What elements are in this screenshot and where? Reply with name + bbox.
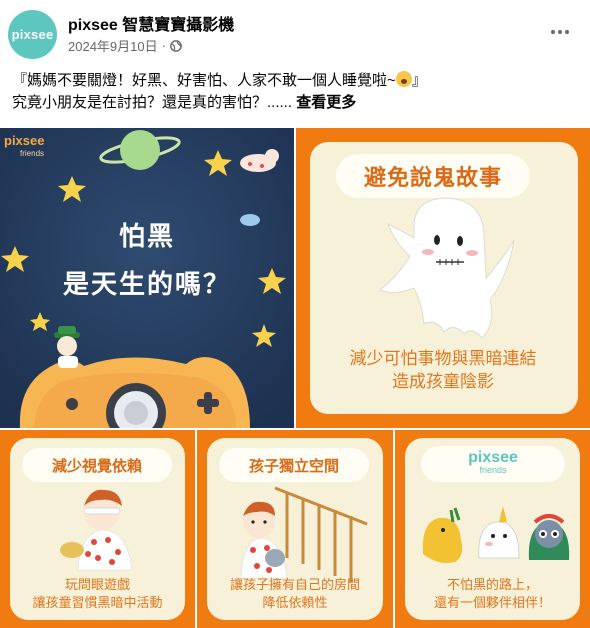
post-text-line-1-end: 』 — [411, 72, 427, 89]
post-date[interactable]: 2024年9月10日 — [68, 36, 158, 55]
page-avatar[interactable]: pixsee — [8, 10, 57, 59]
crying-face-emoji-icon — [395, 71, 412, 87]
image-title-line-2: 是天生的嗎？ — [62, 269, 231, 299]
page-name-link[interactable]: pixsee 智慧寶寶攝影機 — [68, 11, 234, 35]
more-options-button[interactable] — [546, 22, 574, 42]
more-options-icon — [551, 30, 555, 34]
photo-2-avoid-ghost-stories[interactable]: 避免說鬼故事 減少可怕事物與黑暗連結 造成孩童陰影 — [296, 128, 590, 428]
photo-gallery: pixsee friends 怕黑 是天生的嗎？ 避免說鬼故事 減少可怕事物與黑… — [0, 128, 590, 628]
caption-line-2: 降低依賴性 — [262, 594, 328, 610]
photo-4-independent-space[interactable]: 孩子獨立空間 讓孩子擁有自己的房間 降低依賴性 — [197, 430, 393, 628]
image-title-line-1: 怕黑 — [118, 221, 175, 251]
card-caption: 不怕黑的路上， 還有一個夥伴相伴！ — [395, 576, 590, 611]
pixsee-friends-logo: pixsee friends — [4, 134, 44, 160]
card-caption: 減少可怕事物與黑暗連結 造成孩童陰影 — [296, 348, 590, 394]
see-more-link[interactable]: 查看更多 — [296, 94, 356, 111]
brand-sub: friends — [20, 149, 45, 158]
photo-1-afraid-of-dark[interactable]: pixsee friends 怕黑 是天生的嗎？ — [0, 128, 294, 428]
post-text-line-1: 『媽媽不要關燈！好黑、好害怕、人家不敢一個人睡覺啦~ — [12, 72, 396, 89]
caption-line-1: 玩問眼遊戲 — [64, 577, 130, 592]
card-caption: 讓孩子擁有自己的房間 降低依賴性 — [197, 576, 393, 611]
caption-line-1: 不怕黑的路上， — [446, 577, 538, 592]
post-text-line-2: 究竟小朋友是在討拍？還是真的害怕？...... — [12, 94, 293, 111]
photo-3-reduce-visual-reliance[interactable]: 減少視覺依賴 玩問眼遊戲 讓孩童習慣黑暗中活動 — [0, 430, 195, 628]
caption-line-2: 造成孩童陰影 — [392, 371, 494, 391]
meta-separator: · — [161, 38, 166, 53]
post-header: pixsee pixsee 智慧寶寶攝影機 2024年9月10日 · — [0, 0, 590, 62]
photo-5-pixsee-friends[interactable]: pixsee friends 不怕黑的路上， 還有一個夥伴相伴！ — [395, 430, 590, 628]
post-message: 『媽媽不要關燈！好黑、好害怕、人家不敢一個人睡覺啦~ 』 究竟小朋友是在討拍？還是… — [12, 70, 582, 114]
caption-line-1: 讓孩子擁有自己的房間 — [229, 577, 360, 592]
caption-line-2: 還有一個夥伴相伴！ — [433, 594, 551, 610]
card-caption: 玩問眼遊戲 讓孩童習慣黑暗中活動 — [0, 576, 195, 611]
caption-line-2: 讓孩童習慣黑暗中活動 — [32, 594, 163, 610]
post-line-1: 『媽媽不要關燈！好黑、好害怕、人家不敢一個人睡覺啦~ 』 — [12, 70, 582, 92]
brand-name: pixsee — [4, 133, 45, 148]
globe-icon[interactable] — [170, 39, 182, 52]
post-meta: 2024年9月10日 · — [68, 36, 182, 55]
caption-line-1: 減少可怕事物與黑暗連結 — [349, 349, 537, 368]
post-line-2: 究竟小朋友是在討拍？還是真的害怕？...... 查看更多 — [12, 92, 582, 114]
avatar-text: pixsee — [11, 27, 54, 42]
